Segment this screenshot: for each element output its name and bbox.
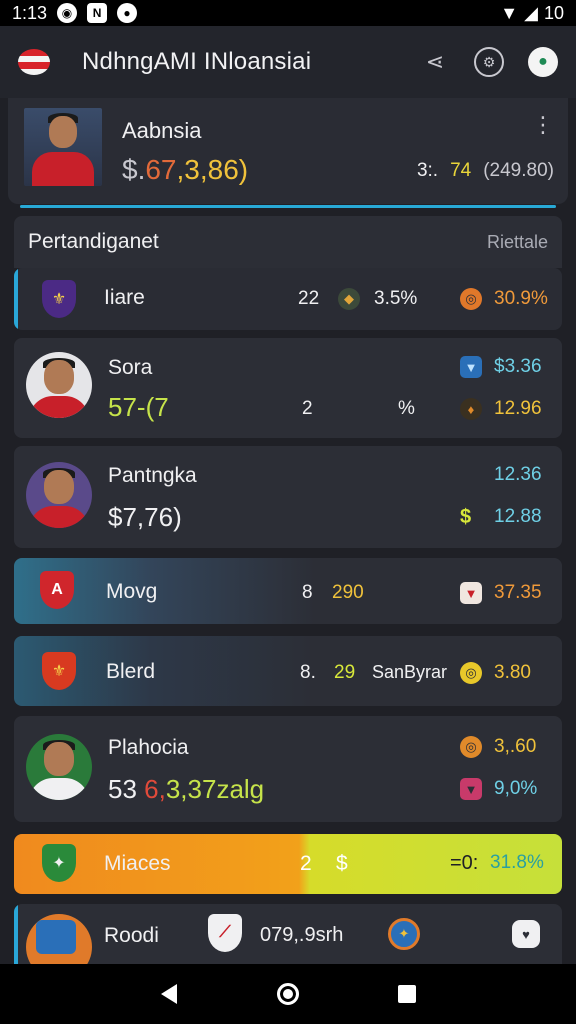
item-value: 12.36 (494, 464, 542, 485)
profile-price: $.67,3,86) (122, 154, 249, 185)
flame-icon: ♦ (460, 398, 482, 420)
item-name: Sora (108, 356, 153, 379)
profile-name: Aabnsia (122, 118, 202, 143)
flag-icon[interactable] (18, 49, 50, 75)
back-icon[interactable] (149, 974, 189, 1014)
item-name: Miaces (104, 852, 171, 875)
item-name: Plahocia (108, 736, 189, 759)
profile-stats: 3:. 74 (249.80) (416, 160, 554, 181)
item-name: Pantngka (108, 464, 197, 487)
list-item[interactable]: Plahocia 53 6,3,37zalg ◎ 3,.60 ▼ 9,0% (14, 716, 562, 822)
system-nav-bar (0, 964, 576, 1024)
dollar-icon: $ (336, 852, 348, 875)
wifi-icon: ▼ (500, 2, 519, 23)
list-item[interactable]: Pantngka $7,76) 12.36 $ 12.88 (14, 446, 562, 548)
notification-icon: ◉ (57, 3, 78, 23)
selected-indicator (14, 904, 18, 964)
item-value: 3.5% (374, 288, 418, 309)
app-screen: NdhngAMI INloansiai ⋖ ⚙ ● Aabnsia $.67,3… (0, 26, 576, 964)
shield-icon: ▼ (460, 356, 482, 378)
section-title: Pertandiganet (28, 230, 159, 253)
item-value: 8 (302, 582, 313, 603)
item-value: 3,.60 (494, 736, 537, 757)
club-crest-icon: ⟋ (208, 914, 242, 952)
item-value: 079,.9srh (260, 924, 344, 946)
list-item[interactable]: ⚜ Blerd 8. 29 SanByrar ◎ 3.80 (14, 636, 562, 706)
divider (20, 205, 556, 208)
notification-icon: N (87, 3, 108, 23)
player-avatar (26, 352, 92, 418)
coin-icon: ◎ (460, 288, 482, 310)
app-title: NdhngAMI INloansiai (82, 48, 312, 75)
settings-icon[interactable]: ⚙ (474, 47, 504, 77)
item-value: 2 (300, 852, 312, 875)
club-crest-icon: ✦ (42, 844, 76, 882)
status-bar: 1:13 ◉ N ● ▼ ◢ 10 (0, 0, 576, 26)
recents-icon[interactable] (387, 974, 427, 1014)
list-item[interactable]: Sora 57-(7 2 % ▼ $3.36 ♦ 12.96 (14, 338, 562, 438)
item-value: 22 (298, 288, 320, 309)
item-price: 57-(7 (108, 392, 169, 422)
item-value: 9,0% (494, 778, 538, 799)
shield-icon: ▼ (460, 778, 482, 800)
item-value: =0: (450, 852, 479, 874)
section-header: Pertandiganet Riettale (14, 216, 562, 268)
club-crest-icon: ⚜ (42, 652, 76, 690)
item-value: 29 (334, 662, 356, 683)
section-subtitle[interactable]: Riettale (487, 232, 548, 253)
dollar-icon: $ (460, 506, 472, 528)
item-name: Iiare (104, 286, 145, 309)
flag-icon[interactable]: ● (528, 47, 558, 77)
item-name: Movg (106, 580, 158, 603)
list-item[interactable]: A Movg 8 290 ▼ 37.35 (14, 558, 562, 624)
signal-icon: ◢ (524, 2, 538, 23)
selected-indicator (14, 268, 18, 330)
item-value: SanByrar (372, 662, 448, 682)
battery-level: 10 (543, 2, 564, 23)
item-value: 12.96 (494, 398, 542, 419)
coin-icon: ◎ (460, 736, 482, 758)
player-avatar (26, 914, 92, 964)
share-icon[interactable]: ⋖ (420, 47, 450, 77)
item-value: 3.80 (494, 662, 531, 683)
item-name: Roodi (104, 924, 159, 947)
avatar (24, 108, 102, 186)
item-value: $3.36 (494, 356, 542, 377)
shield-icon: ♥ (512, 920, 540, 948)
list-item[interactable]: Roodi ⟋ 079,.9srh ✦ ♥ (14, 904, 562, 964)
item-value: 37.35 (494, 582, 542, 603)
list-item-highlighted[interactable]: ✦ Miaces 2 $ =0: 31.8% (14, 834, 562, 894)
item-price: $7,76) (108, 502, 182, 532)
coin-icon: ◎ (460, 662, 482, 684)
item-value: 12.88 (494, 506, 542, 527)
player-avatar (26, 462, 92, 528)
status-time: 1:13 (12, 2, 48, 23)
club-crest-icon: A (40, 571, 74, 609)
profile-card[interactable]: Aabnsia $.67,3,86) ⋮ 3:. 74 (249.80) (8, 98, 568, 208)
item-name: Blerd (106, 660, 156, 683)
item-value: 8. (300, 662, 316, 683)
more-icon[interactable]: ⋮ (532, 112, 554, 138)
list-item[interactable]: ⚜ Iiare 22 ◆ 3.5% ◎ 30.9% (14, 268, 562, 330)
item-value: 290 (332, 582, 364, 603)
shield-icon: ◆ (338, 288, 360, 310)
shield-icon: ▼ (460, 582, 482, 604)
item-value: 30.9% (494, 288, 548, 309)
club-crest-icon: ⚜ (42, 280, 76, 318)
item-value: 31.8% (490, 852, 544, 873)
notification-icon: ● (117, 3, 138, 23)
app-bar: NdhngAMI INloansiai ⋖ ⚙ ● (0, 26, 576, 98)
item-value: % (398, 398, 415, 419)
home-icon[interactable] (268, 974, 308, 1014)
item-price: 53 6,3,37zalg (108, 774, 265, 804)
club-crest-icon: ✦ (388, 918, 420, 950)
player-avatar (26, 734, 92, 800)
item-value: 2 (302, 398, 313, 419)
